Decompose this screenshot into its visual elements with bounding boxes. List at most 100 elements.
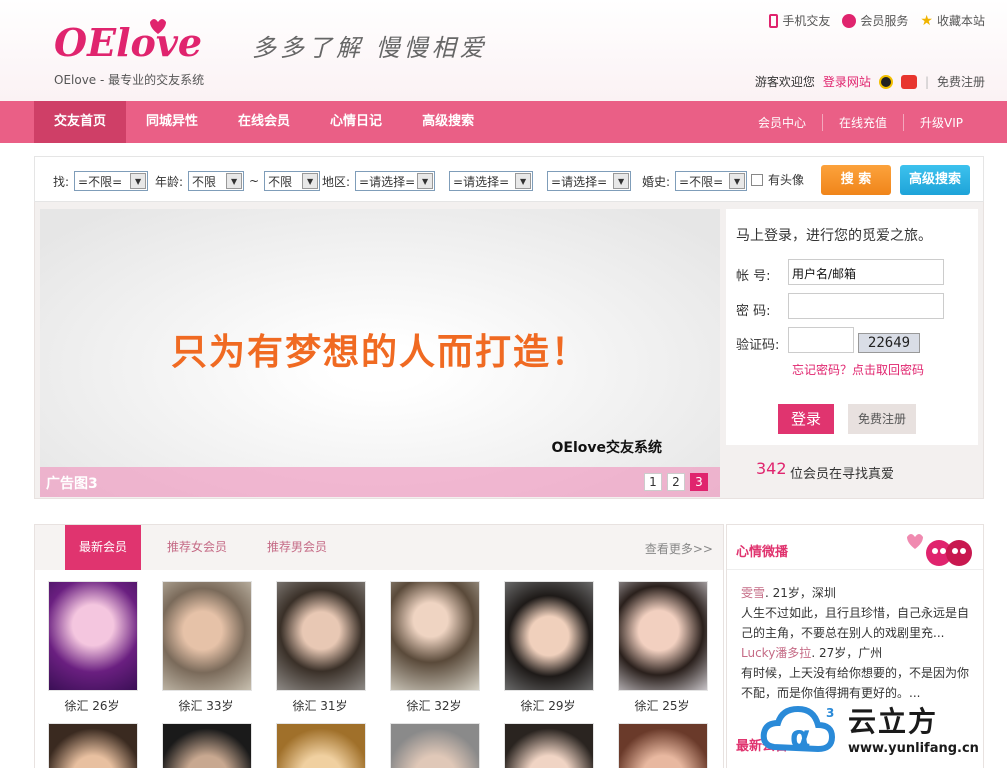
member-card[interactable]: 徐汇 31岁 xyxy=(273,577,367,717)
member-photo[interactable] xyxy=(504,581,594,691)
search-button[interactable]: 搜 索 xyxy=(821,165,891,195)
marriage-label: 婚史: xyxy=(642,174,671,189)
banner-page-1[interactable]: 1 xyxy=(644,473,662,491)
site-header: OElove OElove - 最专业的交友系统 多多了解 慢慢相爱 手机交友 … xyxy=(0,0,1007,101)
member-photo[interactable] xyxy=(390,581,480,691)
member-photo[interactable] xyxy=(276,581,366,691)
nav-diary[interactable]: 心情日记 xyxy=(310,101,402,143)
weibo-user[interactable]: Lucky潘多拉 xyxy=(741,646,811,660)
chevron-down-icon: ▼ xyxy=(515,173,532,189)
weibo-post: 雯雪. 21岁，深圳 xyxy=(741,583,977,603)
login-button[interactable]: 登录 xyxy=(778,404,834,434)
avatar-filter[interactable]: 有头像 xyxy=(751,171,804,188)
member-count-box: 342 位会员在寻找真爱 xyxy=(726,445,978,497)
register-button[interactable]: 免费注册 xyxy=(848,404,916,434)
site-slogan: 多多了解 慢慢相爱 xyxy=(252,34,488,62)
member-card[interactable]: 徐汇 32岁 xyxy=(387,577,481,717)
region-3-value: =请选择= xyxy=(551,174,608,189)
mobile-link[interactable]: 手机交友 xyxy=(769,12,830,29)
forgot-password-link[interactable]: 忘记密码？点击取回密码 xyxy=(792,361,924,378)
mobile-link-label: 手机交友 xyxy=(782,14,831,28)
member-photo[interactable] xyxy=(390,723,480,768)
age-field: 年龄: 不限 ▼ ~ 不限 ▼ xyxy=(155,171,321,191)
member-caption: 徐汇 32岁 xyxy=(406,699,462,713)
marriage-select[interactable]: =不限= ▼ xyxy=(675,171,748,191)
region-select-2[interactable]: =请选择= ▼ xyxy=(449,171,534,191)
svg-text:α: α xyxy=(790,720,811,755)
nav-home[interactable]: 交友首页 xyxy=(34,101,127,143)
member-service-link[interactable]: 会员服务 xyxy=(842,12,908,29)
nav-advanced-search[interactable]: 高级搜索 xyxy=(402,101,494,143)
login-panel: 马上登录，进行您的觅爱之旅。 帐 号: 用户名/邮箱 密 码: 验证码: 226… xyxy=(726,209,978,497)
member-photo[interactable] xyxy=(504,723,594,768)
qq-icon[interactable] xyxy=(878,74,893,89)
region-select-3[interactable]: =请选择= ▼ xyxy=(547,171,632,191)
nav-local[interactable]: 同城异性 xyxy=(126,101,218,143)
weibo-posts: 雯雪. 21岁，深圳 人生不过如此，且行且珍惜，自己永远是自己的主角，不要总在别… xyxy=(741,583,977,703)
member-count-text: 位会员在寻找真爱 xyxy=(790,467,895,482)
nav-left: 交友首页 同城异性 在线会员 心情日记 高级搜索 xyxy=(34,101,494,143)
member-photo[interactable] xyxy=(48,581,138,691)
member-photo[interactable] xyxy=(162,581,252,691)
nav-member-center[interactable]: 会员中心 xyxy=(742,114,822,131)
member-photo[interactable] xyxy=(48,723,138,768)
member-photo[interactable] xyxy=(276,723,366,768)
nav-right: 会员中心 在线充值 升级VIP xyxy=(742,101,979,143)
main-nav: 交友首页 同城异性 在线会员 心情日记 高级搜索 会员中心 在线充值 升级VIP xyxy=(0,101,1007,143)
top-links: 手机交友 会员服务 ★ 收藏本站 xyxy=(769,12,985,29)
banner-caption-bar: 广告图3 1 2 3 xyxy=(40,467,720,497)
weibo-user[interactable]: 雯雪 xyxy=(741,586,765,600)
smile-icon xyxy=(842,13,857,28)
member-photo[interactable] xyxy=(618,723,708,768)
tab-female[interactable]: 推荐女会员 xyxy=(153,525,241,570)
find-select[interactable]: =不限= ▼ xyxy=(74,171,149,191)
chevron-down-icon: ▼ xyxy=(302,173,319,189)
svg-text:3: 3 xyxy=(826,706,834,720)
login-title: 马上登录，进行您的觅爱之旅。 xyxy=(736,228,932,244)
site-tagline: OElove - 最专业的交友系统 xyxy=(54,73,205,87)
watermark: α 3 云立方 www.yunlifang.cn xyxy=(760,697,1000,767)
tab-male[interactable]: 推荐男会员 xyxy=(253,525,341,570)
find-label: 找: xyxy=(53,174,70,189)
region-2-value: =请选择= xyxy=(453,174,510,189)
weibo-icon[interactable] xyxy=(900,74,917,89)
captcha-label: 验证码: xyxy=(736,338,780,353)
age-from-select[interactable]: 不限 ▼ xyxy=(188,171,245,191)
captcha-input[interactable] xyxy=(788,327,854,353)
member-caption: 徐汇 26岁 xyxy=(64,699,120,713)
phone-icon xyxy=(769,13,779,28)
age-to-select[interactable]: 不限 ▼ xyxy=(264,171,321,191)
nav-online[interactable]: 在线会员 xyxy=(218,101,310,143)
register-link[interactable]: 免费注册 xyxy=(937,73,985,90)
member-card[interactable]: 徐汇 29岁 xyxy=(501,577,595,717)
view-more-link[interactable]: 查看更多>> xyxy=(645,540,713,557)
region-select-1[interactable]: =请选择= ▼ xyxy=(355,171,436,191)
find-select-value: =不限= xyxy=(78,174,123,189)
member-card[interactable]: 徐汇 25岁 xyxy=(615,577,709,717)
banner-page-3[interactable]: 3 xyxy=(690,473,708,491)
site-logo[interactable]: OElove xyxy=(54,16,214,68)
weibo-post: Lucky潘多拉. 27岁，广州 xyxy=(741,643,977,663)
account-input[interactable]: 用户名/邮箱 xyxy=(788,259,944,285)
member-photo[interactable] xyxy=(162,723,252,768)
banner-page-2[interactable]: 2 xyxy=(667,473,685,491)
chevron-down-icon: ▼ xyxy=(417,173,434,189)
tab-latest[interactable]: 最新会员 xyxy=(65,525,142,570)
banner-slider[interactable]: 只为有梦想的人而打造！ OElove交友系统 广告图3 1 2 3 xyxy=(40,209,720,497)
member-card[interactable]: 徐汇 26岁 xyxy=(45,577,139,717)
avatar-checkbox[interactable] xyxy=(751,173,763,186)
member-photo[interactable] xyxy=(618,581,708,691)
nav-upgrade-vip[interactable]: 升级VIP xyxy=(903,113,979,131)
divider: | xyxy=(924,74,929,89)
welcome-text: 游客欢迎您 xyxy=(754,75,815,89)
advanced-search-button[interactable]: 高级搜索 xyxy=(900,165,970,195)
member-caption: 徐汇 29岁 xyxy=(520,699,576,713)
captcha-image[interactable]: 22649 xyxy=(858,333,920,353)
login-link[interactable]: 登录网站 xyxy=(823,73,871,90)
chevron-down-icon: ▼ xyxy=(729,173,746,189)
bookmark-link[interactable]: ★ 收藏本站 xyxy=(920,12,985,29)
nav-recharge[interactable]: 在线充值 xyxy=(821,113,903,131)
password-input[interactable] xyxy=(788,293,944,319)
banner-pager: 1 2 3 xyxy=(644,473,708,491)
member-card[interactable]: 徐汇 33岁 xyxy=(159,577,253,717)
